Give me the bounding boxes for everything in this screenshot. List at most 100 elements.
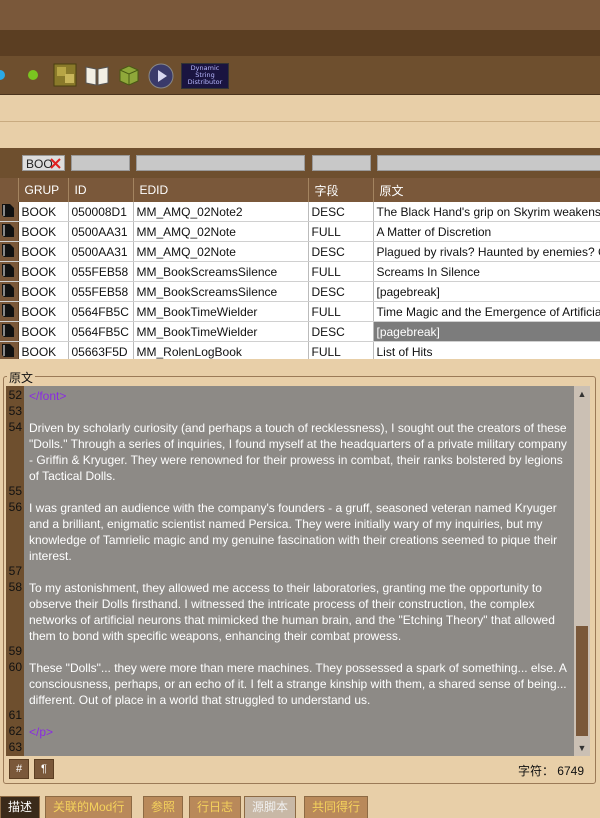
- table-header: GRUP ID EDID 字段 原文: [0, 178, 600, 202]
- cell-field[interactable]: FULL: [308, 261, 374, 282]
- cell-id[interactable]: 0564FB5C: [68, 321, 134, 342]
- cell-edid[interactable]: MM_BookScreamsSilence: [133, 261, 309, 282]
- pilcrow-button[interactable]: ¶: [34, 759, 54, 779]
- line-text: To my astonishment, they allowed me acce…: [29, 581, 555, 643]
- col-text[interactable]: 原文: [373, 178, 600, 202]
- cell-field[interactable]: FULL: [308, 301, 374, 322]
- cell-id[interactable]: 0500AA31: [68, 241, 134, 262]
- cell-edid[interactable]: MM_BookTimeWielder: [133, 301, 309, 322]
- table-row[interactable]: BOOK 0500AA31 MM_AMQ_02Note DESC Plagued by …: [0, 241, 600, 262]
- blue-dot-icon[interactable]: [0, 69, 6, 81]
- edid-filter-input[interactable]: [136, 155, 305, 171]
- table-row[interactable]: BOOK 050008D1 MM_AMQ_02Note2 DESC The Black …: [0, 202, 600, 222]
- cell-edid[interactable]: MM_RolenLogBook: [133, 341, 309, 359]
- col-edid[interactable]: EDID: [133, 178, 309, 202]
- table-row[interactable]: BOOK 05663F5D MM_RolenLogBook FULL List of H…: [0, 341, 600, 359]
- line-text: [29, 740, 572, 756]
- cell-field[interactable]: DESC: [308, 321, 374, 342]
- tab-5[interactable]: 共同得行: [304, 796, 369, 818]
- line-text: </p>: [29, 725, 54, 739]
- esp-plugin-icon[interactable]: [53, 63, 77, 87]
- editor-line: 55: [6, 484, 572, 500]
- cell-grup[interactable]: BOOK: [18, 321, 69, 342]
- cell-grup[interactable]: BOOK: [18, 341, 69, 359]
- hash-button[interactable]: #: [9, 759, 29, 779]
- cell-edid[interactable]: MM_AMQ_02Note: [133, 221, 309, 242]
- cell-text[interactable]: Plagued by rivals? Haunted by enemies? C: [373, 241, 600, 262]
- cell-field[interactable]: FULL: [308, 221, 374, 242]
- cell-text[interactable]: List of Hits: [373, 341, 600, 359]
- dsd-logo-icon[interactable]: Dynamic String Distributor: [181, 63, 229, 89]
- line-number: 63: [8, 740, 22, 754]
- splitter[interactable]: [0, 359, 600, 367]
- line-number: 59: [8, 644, 22, 658]
- cell-grup[interactable]: BOOK: [18, 241, 69, 262]
- tab-1[interactable]: 关联的Mod行: [45, 796, 133, 818]
- source-text-editor[interactable]: 52 </font> 53 54 Driven by scholarly curiosi…: [6, 386, 590, 756]
- grup-filter-input[interactable]: BOO: [22, 155, 65, 171]
- cell-text[interactable]: [pagebreak]: [373, 281, 600, 302]
- cell-field[interactable]: DESC: [308, 281, 374, 302]
- char-count: 字符： 6749: [518, 762, 584, 779]
- cell-id[interactable]: 05663F5D: [68, 341, 134, 359]
- cell-id[interactable]: 0500AA31: [68, 221, 134, 242]
- cell-field[interactable]: DESC: [308, 202, 374, 222]
- cell-field[interactable]: FULL: [308, 341, 374, 359]
- line-number: 61: [8, 708, 22, 722]
- cell-text[interactable]: [pagebreak]: [373, 321, 600, 342]
- cell-edid[interactable]: MM_AMQ_02Note: [133, 241, 309, 262]
- tab-0[interactable]: 描述: [0, 796, 41, 818]
- table-row[interactable]: BOOK 0500AA31 MM_AMQ_02Note FULL A Matter of…: [0, 221, 600, 242]
- package-icon[interactable]: [117, 63, 141, 87]
- cell-grup[interactable]: BOOK: [18, 301, 69, 322]
- cell-edid[interactable]: MM_AMQ_02Note2: [133, 202, 309, 222]
- cell-grup[interactable]: BOOK: [18, 281, 69, 302]
- row-book-icon: [0, 261, 19, 282]
- id-filter-input[interactable]: [71, 155, 130, 171]
- table-row[interactable]: BOOK 055FEB58 MM_BookScreamsSilence DESC [pa…: [0, 281, 600, 302]
- field-filter-input[interactable]: [312, 155, 371, 171]
- search-bar: [0, 122, 600, 149]
- cell-grup[interactable]: BOOK: [18, 261, 69, 282]
- cell-grup[interactable]: BOOK: [18, 202, 69, 222]
- cell-text[interactable]: Screams In Silence: [373, 261, 600, 282]
- top-title-band: [0, 0, 600, 30]
- table-row[interactable]: BOOK 0564FB5C MM_BookTimeWielder FULL Time M…: [0, 301, 600, 322]
- info-bar: [0, 95, 600, 122]
- editor-line: 57: [6, 564, 572, 580]
- cell-field[interactable]: DESC: [308, 241, 374, 262]
- cell-text[interactable]: Time Magic and the Emergence of Artifici…: [373, 301, 600, 322]
- row-book-icon: [0, 301, 19, 322]
- cell-edid[interactable]: MM_BookTimeWielder: [133, 321, 309, 342]
- tab-2[interactable]: 参照: [143, 796, 184, 818]
- cell-edid[interactable]: MM_BookScreamsSilence: [133, 281, 309, 302]
- col-field[interactable]: 字段: [308, 178, 374, 202]
- line-number: 60: [8, 660, 22, 674]
- tab-4[interactable]: 源脚本: [244, 796, 297, 818]
- cell-id[interactable]: 050008D1: [68, 202, 134, 222]
- line-text: [29, 484, 572, 500]
- play-icon[interactable]: [148, 63, 174, 89]
- row-book-icon: [0, 241, 19, 262]
- table-row[interactable]: BOOK 0564FB5C MM_BookTimeWielder DESC [pageb…: [0, 321, 600, 342]
- cell-text[interactable]: The Black Hand's grip on Skyrim weakens.: [373, 202, 600, 222]
- scroll-down-icon[interactable]: ▼: [574, 740, 590, 756]
- char-count-label: 字符：: [517, 764, 554, 778]
- row-book-icon: [0, 321, 19, 342]
- scrollbar-thumb[interactable]: [576, 626, 588, 736]
- col-id[interactable]: ID: [68, 178, 134, 202]
- clear-filter-icon[interactable]: [49, 157, 62, 170]
- table-row[interactable]: BOOK 055FEB58 MM_BookScreamsSilence FULL Scr…: [0, 261, 600, 282]
- cell-id[interactable]: 055FEB58: [68, 281, 134, 302]
- cell-grup[interactable]: BOOK: [18, 221, 69, 242]
- cell-id[interactable]: 055FEB58: [68, 261, 134, 282]
- green-dot-icon[interactable]: [27, 69, 39, 81]
- col-grup[interactable]: GRUP: [18, 178, 69, 202]
- cell-id[interactable]: 0564FB5C: [68, 301, 134, 322]
- scroll-up-icon[interactable]: ▲: [574, 386, 590, 402]
- book-icon[interactable]: [84, 63, 110, 87]
- tab-3[interactable]: 行日志: [189, 796, 242, 818]
- cell-text[interactable]: A Matter of Discretion: [373, 221, 600, 242]
- editor-scrollbar[interactable]: ▲ ▼: [574, 386, 590, 756]
- text-filter-input[interactable]: [377, 155, 600, 171]
